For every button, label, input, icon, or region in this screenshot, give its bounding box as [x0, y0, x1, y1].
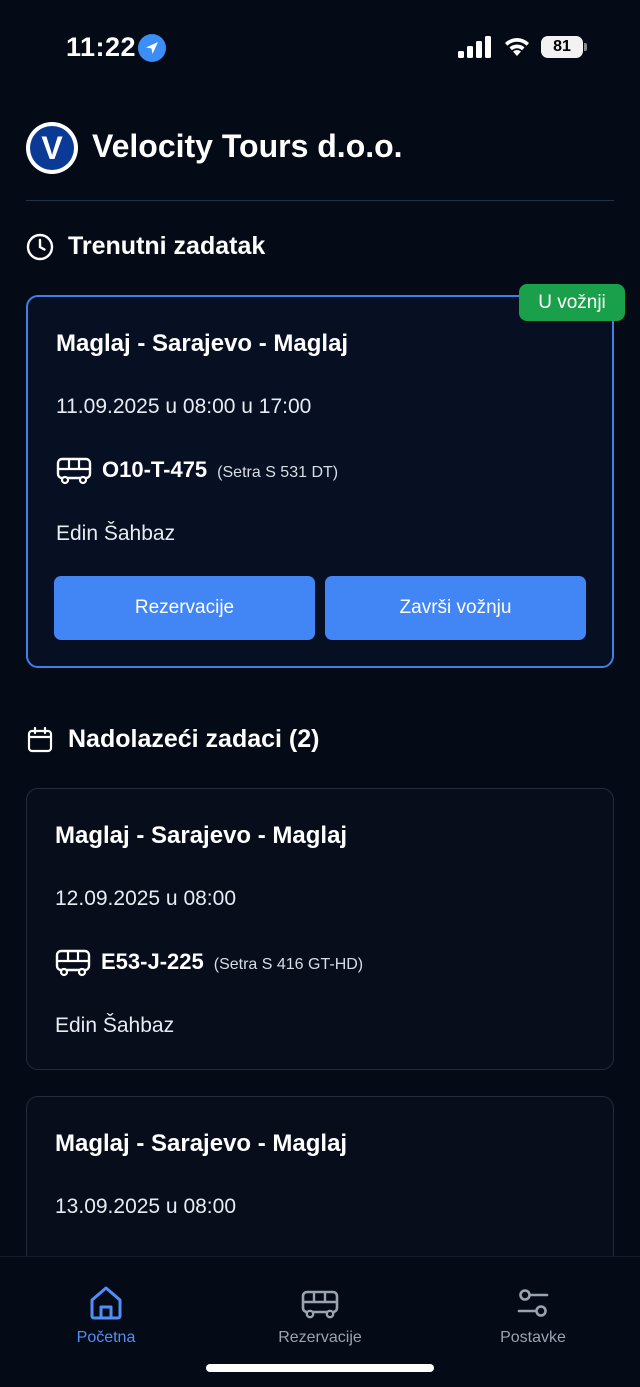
nav-home-label: Početna — [76, 1329, 136, 1346]
battery-tip — [584, 43, 587, 51]
task-vehicle: E53-J-225 (Setra S 416 GT-HD) — [55, 949, 363, 977]
task-driver: Edin Šahbaz — [56, 522, 176, 545]
bus-icon — [301, 1290, 339, 1319]
app-screen: 11:22 81 V Velocity Tours d.o.o. Trenutn… — [0, 0, 640, 1387]
current-task-heading: Trenutni zadatak — [26, 232, 265, 261]
status-bar: 11:22 81 — [0, 0, 640, 96]
location-arrow-icon — [138, 34, 166, 62]
logo-letter: V — [41, 129, 63, 166]
finish-ride-button[interactable]: Završi vožnju — [325, 576, 586, 640]
task-vehicle: O10-T-475 (Setra S 531 DT) — [56, 457, 338, 485]
task-route: Maglaj - Sarajevo - Maglaj — [55, 1130, 348, 1157]
sliders-icon — [517, 1289, 549, 1317]
status-badge: U vožnji — [519, 284, 625, 321]
status-time: 11:22 — [66, 32, 137, 62]
reservations-button[interactable]: Rezervacije — [54, 576, 315, 640]
vehicle-model: (Setra S 531 DT) — [217, 464, 339, 481]
battery-indicator: 81 — [541, 36, 587, 58]
nav-home[interactable]: Početna — [26, 1283, 186, 1347]
battery-level: 81 — [541, 36, 583, 58]
company-name: Velocity Tours d.o.o. — [92, 128, 403, 164]
home-icon — [90, 1286, 122, 1320]
header-divider — [26, 200, 614, 201]
logo-badge: V — [30, 126, 74, 170]
upcoming-task-card-1[interactable]: Maglaj - Sarajevo - Maglaj 12.09.2025 u … — [26, 788, 614, 1070]
upcoming-tasks-title: Nadolazeći zadaci (2) — [68, 725, 320, 753]
calendar-icon — [27, 726, 53, 752]
home-indicator[interactable] — [206, 1364, 434, 1372]
bus-icon — [56, 457, 92, 485]
vehicle-plate: O10-T-475 — [102, 457, 208, 482]
task-datetime: 13.09.2025 u 08:00 — [55, 1195, 237, 1218]
current-task-title: Trenutni zadatak — [68, 232, 266, 260]
company-logo: V — [26, 122, 78, 174]
task-driver: Edin Šahbaz — [55, 1014, 175, 1037]
nav-reservations[interactable]: Rezervacije — [240, 1283, 400, 1347]
nav-settings[interactable]: Postavke — [453, 1283, 613, 1347]
cellular-signal-icon — [458, 36, 491, 58]
vehicle-plate: E53-J-225 — [101, 949, 204, 974]
task-datetime: 12.09.2025 u 08:00 — [55, 887, 237, 910]
task-route: Maglaj - Sarajevo - Maglaj — [56, 330, 349, 357]
clock-icon — [26, 233, 54, 260]
task-route: Maglaj - Sarajevo - Maglaj — [55, 822, 348, 849]
task-datetime: 11.09.2025 u 08:00 u 17:00 — [56, 395, 312, 418]
current-task-card[interactable]: Maglaj - Sarajevo - Maglaj 11.09.2025 u … — [26, 295, 614, 668]
upcoming-tasks-heading: Nadolazeći zadaci (2) — [26, 725, 319, 754]
bus-icon — [55, 949, 91, 977]
nav-settings-label: Postavke — [500, 1329, 566, 1346]
vehicle-model: (Setra S 416 GT-HD) — [213, 956, 364, 973]
nav-reservations-label: Rezervacije — [278, 1329, 362, 1346]
wifi-icon — [505, 38, 529, 56]
